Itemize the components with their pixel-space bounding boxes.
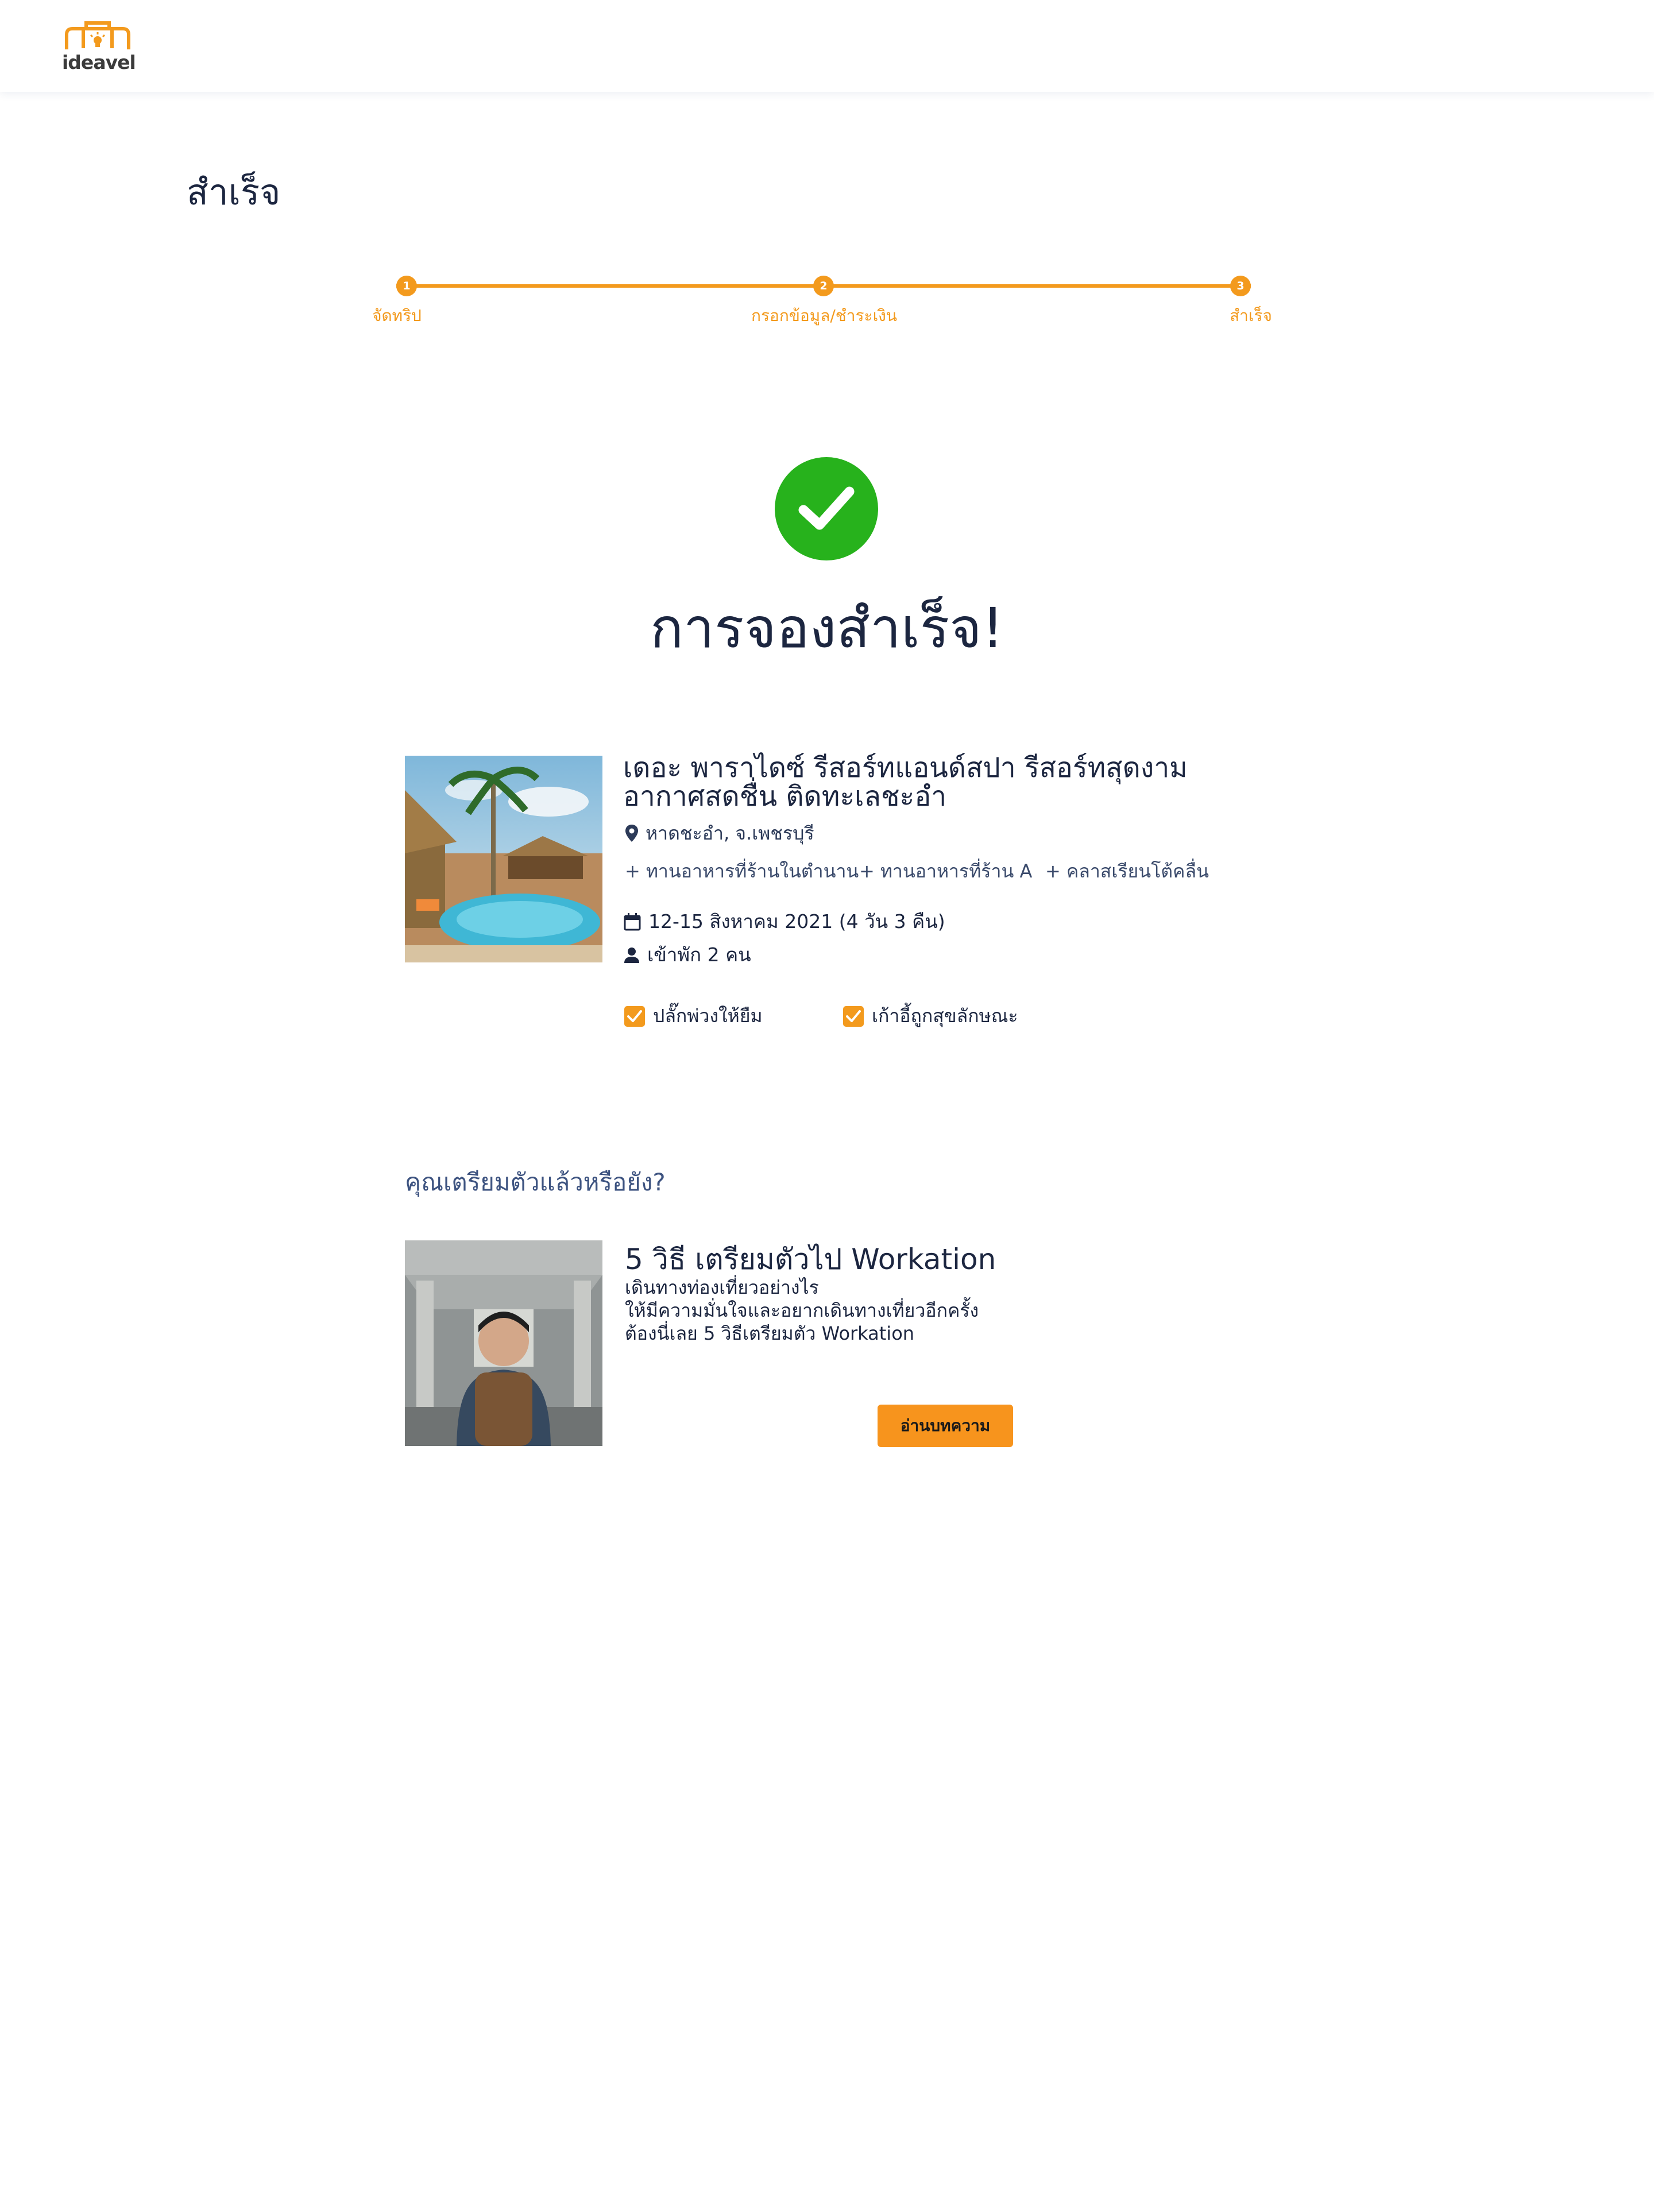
booking-guests: เข้าพัก 2 คน	[623, 939, 751, 970]
read-article-button[interactable]: อ่านบทความ	[878, 1405, 1013, 1447]
addon-item[interactable]: + คลาสเรียนโต้คลื่น	[1045, 857, 1209, 886]
progress-stepper: 1 2 3	[396, 276, 1251, 296]
step-2-label: กรอกข้อมูล/ชำระเงิน	[751, 306, 897, 325]
checkmark-icon	[627, 1010, 642, 1022]
checkmark-icon	[846, 1010, 861, 1022]
location-text: หาดชะอำ, จ.เพชรบุรี	[646, 822, 814, 844]
success-check-badge	[775, 457, 878, 560]
guests-text: เข้าพัก 2 คน	[647, 943, 751, 966]
step-2-dot: 2	[813, 276, 834, 296]
article-desc-line: ให้มีความมั่นใจและอยากเดินทางเที่ยวอีกคร…	[625, 1300, 979, 1321]
preparation-section-title: คุณเตรียมตัวแล้วหรือยัง?	[405, 1168, 666, 1196]
booking-dates: 12-15 สิงหาคม 2021 (4 วัน 3 คืน)	[623, 906, 945, 937]
addon-label: ทานอาหารที่ร้าน A	[880, 860, 1033, 882]
step-3-dot: 3	[1230, 276, 1251, 296]
map-pin-icon	[625, 825, 638, 842]
calendar-icon	[624, 912, 641, 930]
hotel-name[interactable]: เดอะ พาราไดซ์ รีสอร์ทแอนด์สปา รีสอร์ทสุด…	[623, 753, 1255, 811]
logo-text: ideavel	[62, 51, 136, 74]
article-desc-line: เดินทางท่องเที่ยวอย่างไร	[625, 1277, 819, 1298]
suitcase-lightbulb-icon	[65, 21, 130, 49]
addon-label: ทานอาหารที่ร้านในตำนาน	[646, 860, 859, 882]
ideavel-logo[interactable]: ideavel	[62, 21, 136, 74]
dates-text: 12-15 สิงหาคม 2021 (4 วัน 3 คืน)	[648, 910, 945, 933]
hotel-location: หาดชะอำ, จ.เพชรบุรี	[625, 821, 814, 846]
article-desc-line: ต้องนี่เลย 5 วิธีเตรียมตัว Workation	[625, 1322, 915, 1344]
top-navigation-bar: ideavel	[0, 0, 1654, 92]
step-1-dot: 1	[396, 276, 417, 296]
hotel-name-line-1: เดอะ พาราไดซ์ รีสอร์ทแอนด์สปา รีสอร์ทสุด…	[623, 752, 1188, 784]
plus-icon: +	[859, 860, 875, 882]
addon-item[interactable]: + ทานอาหารที่ร้านในตำนาน	[625, 857, 859, 886]
step-1-label: จัดทริป	[372, 306, 422, 325]
person-icon	[624, 947, 639, 963]
page-title: สำเร็จ	[187, 171, 281, 213]
option-label: เก้าอี้ถูกสุขลักษณะ	[872, 1005, 1018, 1027]
article-photo[interactable]	[405, 1240, 602, 1446]
booking-success-title: การจองสำเร็จ!	[650, 596, 1004, 660]
plus-icon: +	[1045, 860, 1061, 882]
addon-label: คลาสเรียนโต้คลื่น	[1066, 860, 1209, 882]
addon-item[interactable]: + ทานอาหารที่ร้าน A	[859, 857, 1032, 886]
checkbox-checked[interactable]	[843, 1006, 864, 1027]
option-ergonomic-chair[interactable]: เก้าอี้ถูกสุขลักษณะ	[843, 1001, 1018, 1031]
article-description: เดินทางท่องเที่ยวอย่างไร ให้มีความมั่นใจ…	[625, 1276, 979, 1345]
option-label: ปลั๊กพ่วงให้ยืม	[653, 1005, 763, 1027]
hotel-name-line-2: อากาศสดชื่น ติดทะเลชะอำ	[623, 780, 947, 813]
check-circle-icon	[798, 486, 855, 530]
checkbox-checked[interactable]	[624, 1006, 645, 1027]
plus-icon: +	[625, 860, 640, 882]
step-3-label: สำเร็จ	[1230, 306, 1272, 325]
option-power-strip[interactable]: ปลั๊กพ่วงให้ยืม	[624, 1001, 763, 1031]
hotel-photo	[405, 756, 602, 962]
